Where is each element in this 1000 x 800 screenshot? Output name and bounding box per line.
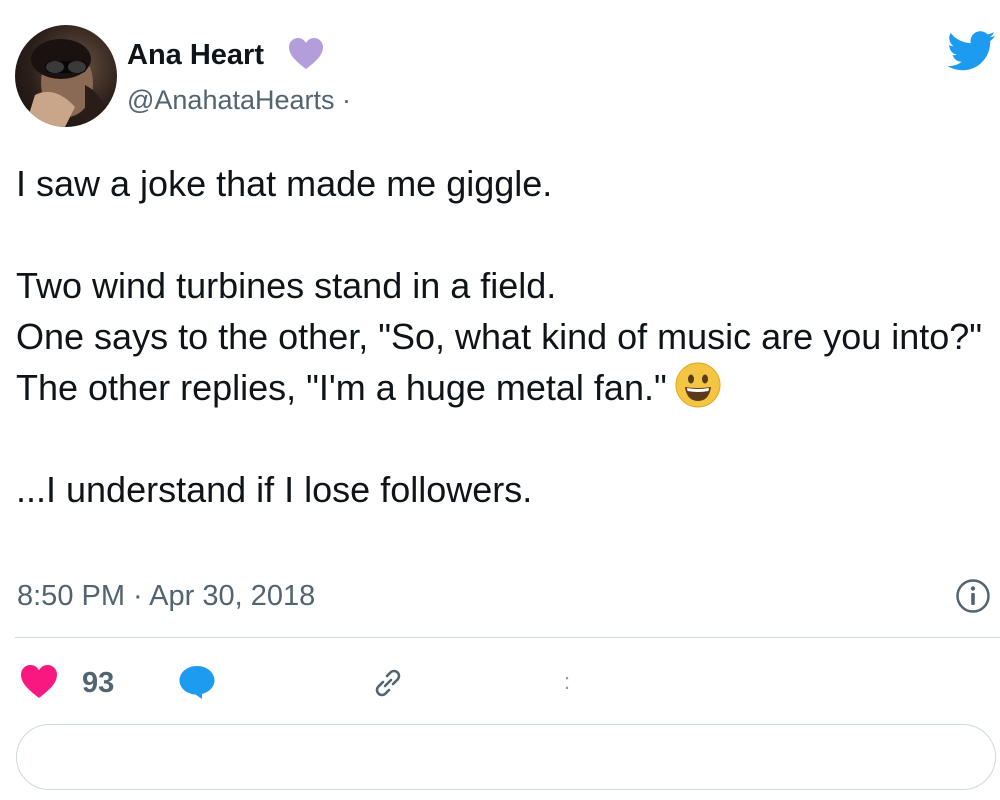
tweet-line: Two wind turbines stand in a field. [16, 265, 557, 306]
like-count[interactable]: 93 [82, 666, 114, 700]
purple-heart-icon [289, 38, 323, 69]
username-handle[interactable]: @AnahataHearts · [127, 84, 351, 116]
tweet-line: One says to the other, "So, what kind of… [16, 316, 983, 357]
more-indicator: : [564, 669, 571, 694]
tweet-line-with-emoji: The other replies, "I'm a huge metal fan… [16, 362, 996, 413]
speech-bubble-icon[interactable] [178, 664, 216, 700]
avatar[interactable] [15, 25, 117, 127]
profile-photo [25, 39, 111, 127]
tweet-line: I saw a joke that made me giggle. [16, 163, 553, 204]
divider [15, 637, 1000, 638]
tweet-card: Ana Heart @AnahataHearts · I saw a joke … [0, 0, 1000, 800]
twitter-bird-icon[interactable] [948, 30, 996, 72]
link-icon[interactable] [370, 665, 406, 701]
heart-icon[interactable] [20, 664, 58, 700]
display-name[interactable]: Ana Heart [127, 38, 264, 72]
tweet-line: The other replies, "I'm a huge metal fan… [16, 367, 667, 408]
tweet-text: I saw a joke that made me giggle. Two wi… [16, 158, 996, 515]
reply-input[interactable] [16, 724, 996, 790]
grinning-face-emoji [675, 362, 721, 408]
info-icon[interactable] [955, 578, 991, 614]
tweet-timestamp[interactable]: 8:50 PM · Apr 30, 2018 [17, 578, 315, 614]
tweet-line: ...I understand if I lose followers. [16, 469, 533, 510]
